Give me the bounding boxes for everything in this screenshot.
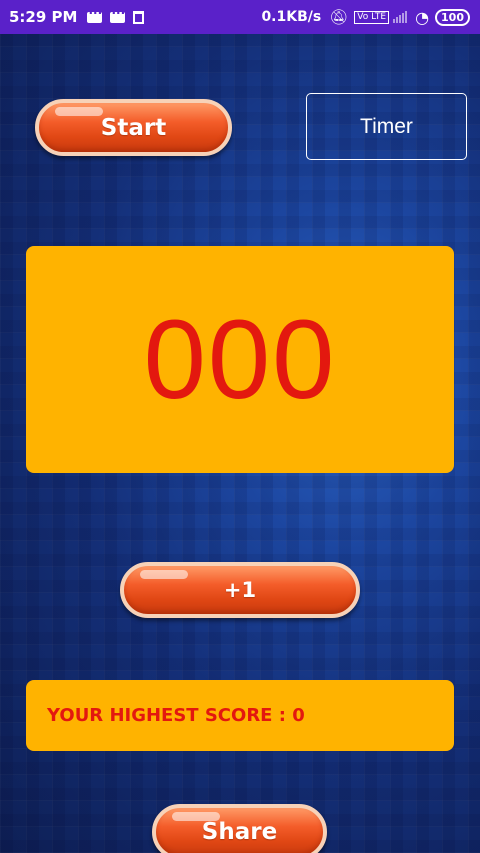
message-icon <box>110 6 126 23</box>
plus-one-button[interactable]: +1 <box>120 562 360 618</box>
start-button-label: Start <box>100 114 167 141</box>
share-button-label: Share <box>201 819 278 845</box>
app-screen: 5:29 PM 0.1KB/s 🔕︎ Vo LTE ◔ 100 Start Ti… <box>0 0 480 853</box>
status-right: 0.1KB/s 🔕︎ Vo LTE ◔ 100 <box>261 8 470 27</box>
trash-icon <box>133 10 145 24</box>
battery-icon: 100 <box>435 8 470 26</box>
timer-label: Timer <box>360 114 413 138</box>
share-button[interactable]: Share <box>152 804 327 853</box>
status-time: 5:29 PM <box>9 8 78 26</box>
start-button[interactable]: Start <box>35 99 232 156</box>
status-left: 5:29 PM <box>9 6 152 26</box>
message-icon <box>87 6 103 23</box>
signal-icon <box>393 11 408 23</box>
network-speed: 0.1KB/s <box>261 9 322 25</box>
plus-one-label: +1 <box>223 578 257 602</box>
highest-score-text: YOUR HIGHEST SCORE : 0 <box>47 705 305 726</box>
highest-score-panel: YOUR HIGHEST SCORE : 0 <box>26 680 454 751</box>
counter-panel: 000 <box>26 246 454 473</box>
status-bar: 5:29 PM 0.1KB/s 🔕︎ Vo LTE ◔ 100 <box>0 0 480 34</box>
bell-mute-icon: 🔕︎ <box>329 8 349 26</box>
counter-value: 000 <box>143 296 337 422</box>
volte-icon: Vo LTE <box>354 10 390 24</box>
timer-button[interactable]: Timer <box>306 93 467 160</box>
wifi-icon: ◔ <box>415 7 430 27</box>
